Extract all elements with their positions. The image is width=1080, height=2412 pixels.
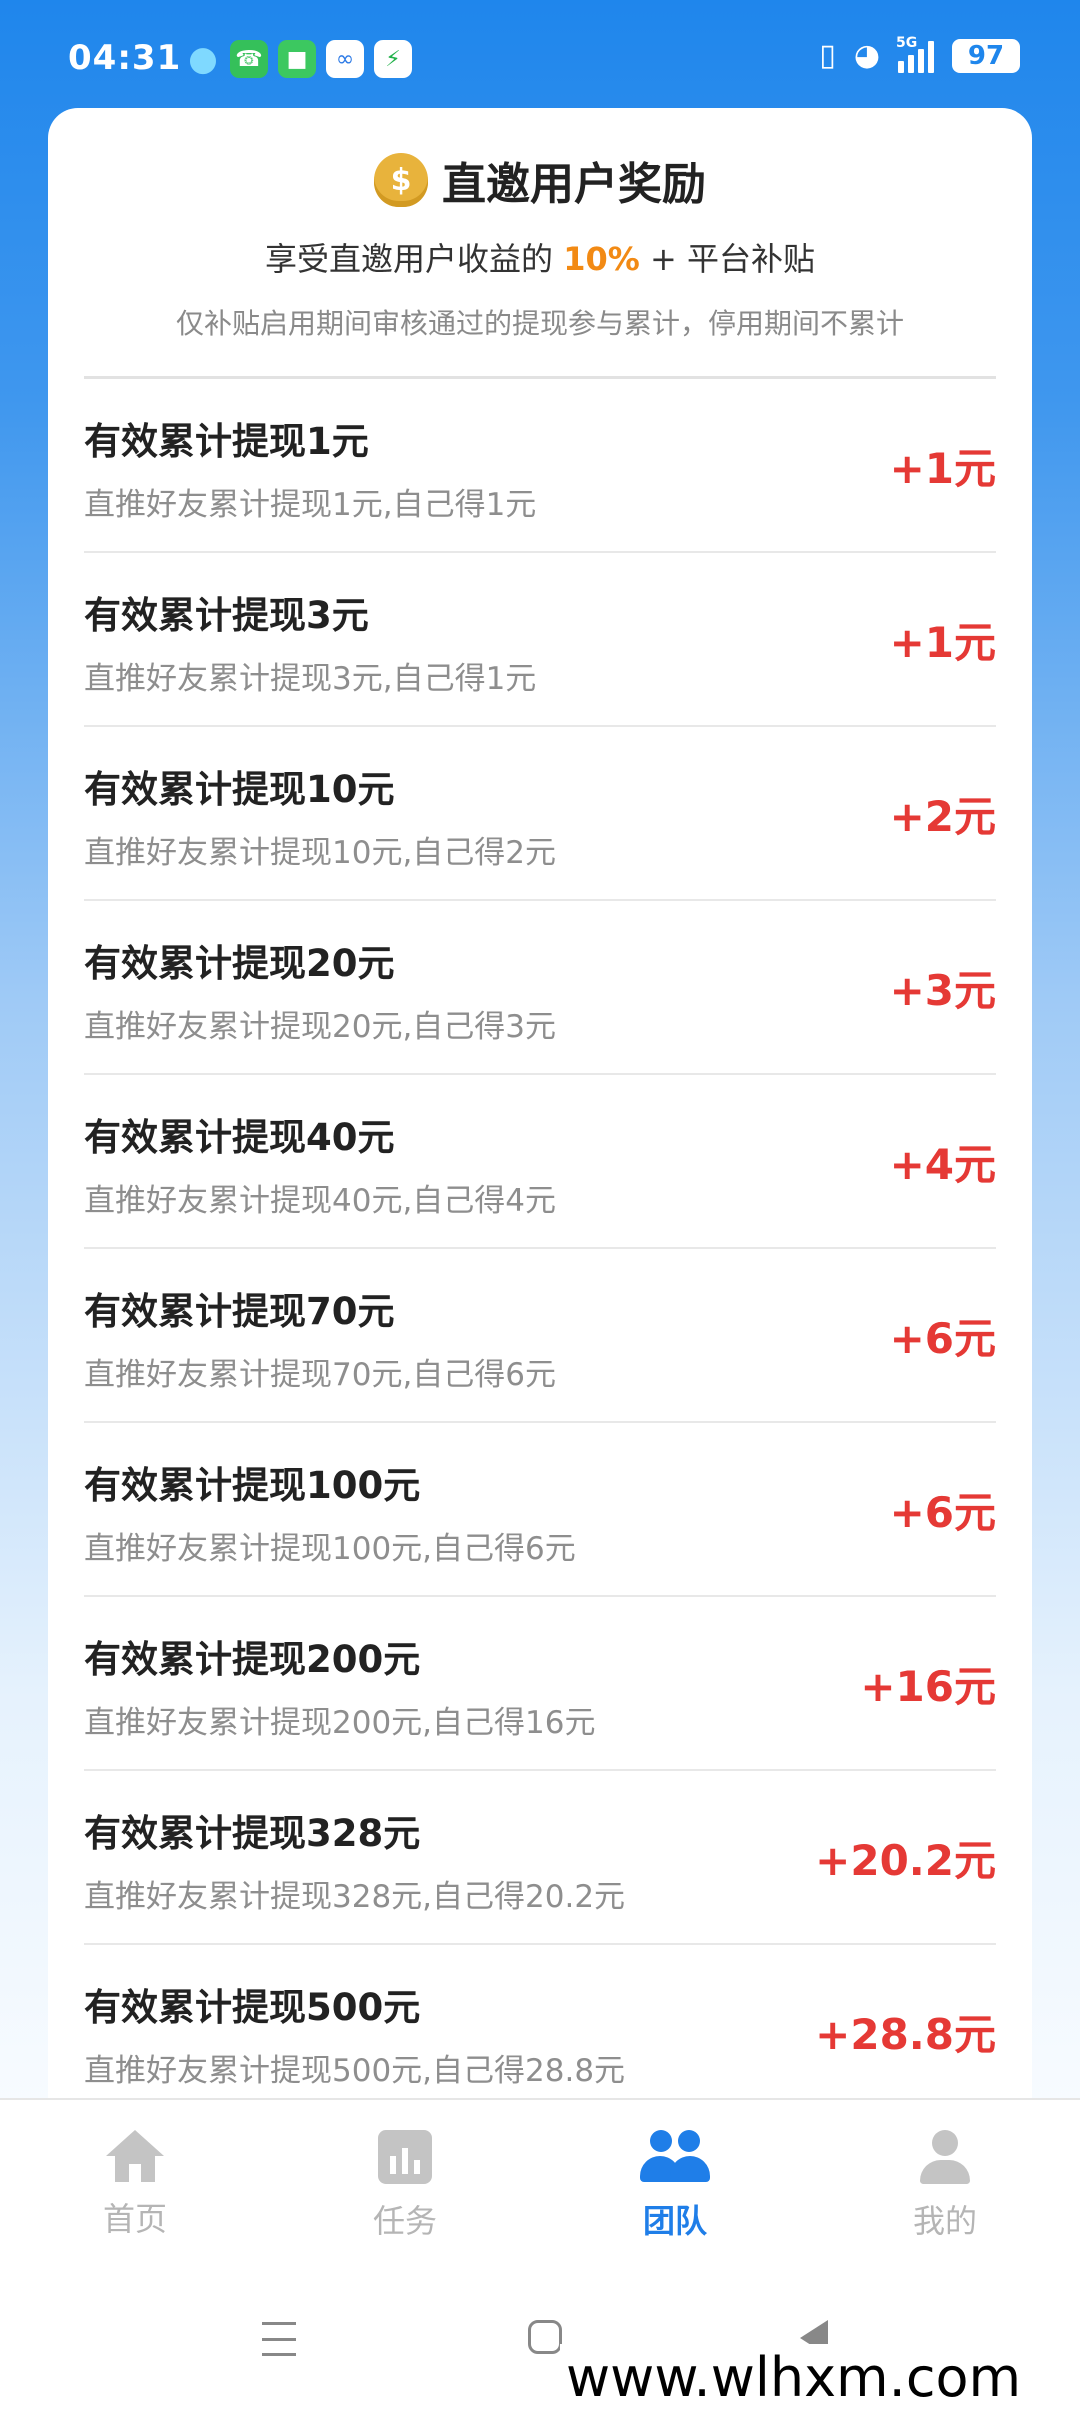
reward-title: 有效累计提现100元 xyxy=(84,1463,421,1507)
reward-list: 有效累计提现1元 直推好友累计提现1元,自己得1元 +1元 有效累计提现3元 直… xyxy=(48,379,1032,2098)
vibrate-icon: ▯ xyxy=(819,38,836,73)
status-time: 04:31 xyxy=(68,38,182,78)
reward-amount: +3元 xyxy=(889,965,996,1015)
subsidy-note: 仅补贴启用期间审核通过的提现参与累计，停用期间不累计 xyxy=(175,307,904,340)
reward-amount: +4元 xyxy=(889,1139,996,1189)
reward-amount: +1元 xyxy=(889,443,996,493)
reward-title: 有效累计提现200元 xyxy=(84,1637,421,1681)
reward-amount: +6元 xyxy=(889,1313,996,1363)
system-icons: ▯ ◕ 5G 97 xyxy=(819,35,1020,73)
reward-desc: 直推好友累计提现1元,自己得1元 xyxy=(84,486,537,523)
signal-icon: 5G xyxy=(896,35,934,73)
reward-row: 有效累计提现20元 直推好友累计提现20元,自己得3元 +3元 xyxy=(84,901,996,1075)
wifi-icon: ◕ xyxy=(853,38,880,73)
tab-label: 任务 xyxy=(372,2202,437,2240)
home-button-icon[interactable] xyxy=(528,2320,562,2354)
reward-desc: 直推好友累计提现3元,自己得1元 xyxy=(84,660,537,697)
shield-icon: ⚡ xyxy=(374,40,412,78)
reward-desc: 直推好友累计提现200元,自己得16元 xyxy=(84,1704,596,1741)
reward-desc: 直推好友累计提现70元,自己得6元 xyxy=(84,1356,557,1393)
menu-icon[interactable] xyxy=(262,2322,296,2356)
reward-amount: +6元 xyxy=(889,1487,996,1537)
reward-row: 有效累计提现10元 直推好友累计提现10元,自己得2元 +2元 xyxy=(84,727,996,901)
phone-icon: ☎ xyxy=(230,40,268,78)
reward-amount: +1元 xyxy=(889,617,996,667)
bottom-tab-bar: 首页 任务 团队 我的 xyxy=(0,2098,1080,2282)
tab-label: 我的 xyxy=(912,2202,977,2240)
reward-row: 有效累计提现3元 直推好友累计提现3元,自己得1元 +1元 xyxy=(84,553,996,727)
network-type: 5G xyxy=(896,34,918,51)
cloud-icon: ∞ xyxy=(326,40,364,78)
reward-row: 有效累计提现328元 直推好友累计提现328元,自己得20.2元 +20.2元 xyxy=(84,1771,996,1945)
reward-row: 有效累计提现70元 直推好友累计提现70元,自己得6元 +6元 xyxy=(84,1249,996,1423)
reward-desc: 直推好友累计提现10元,自己得2元 xyxy=(84,834,557,871)
reward-desc: 直推好友累计提现40元,自己得4元 xyxy=(84,1182,557,1219)
user-icon xyxy=(918,2130,972,2184)
reward-row: 有效累计提现1元 直推好友累计提现1元,自己得1元 +1元 xyxy=(84,379,996,553)
title-row: $ 直邀用户奖励 xyxy=(48,148,1032,212)
subtitle-suffix: + 平台补贴 xyxy=(649,240,815,278)
tab-label: 首页 xyxy=(102,2200,167,2238)
reward-card: $ 直邀用户奖励 享受直邀用户收益的 10% + 平台补贴 仅补贴启用期间审核通… xyxy=(48,108,1032,2098)
reward-desc: 直推好友累计提现100元,自己得6元 xyxy=(84,1530,576,1567)
battery-indicator: 97 xyxy=(952,38,1020,73)
reward-desc: 直推好友累计提现328元,自己得20.2元 xyxy=(84,1878,626,1915)
reward-title: 有效累计提现20元 xyxy=(84,941,395,985)
status-bar: 04:31 ● ☎ ■ ∞ ⚡ ▯ ◕ 5G 97 xyxy=(0,0,1080,108)
subtitle-prefix: 享受直邀用户收益的 xyxy=(265,240,554,278)
team-icon xyxy=(640,2130,710,2184)
reward-title: 有效累计提现70元 xyxy=(84,1289,395,1333)
subtitle: 享受直邀用户收益的 10% + 平台补贴 xyxy=(48,234,1032,280)
reward-title: 有效累计提现500元 xyxy=(84,1985,421,2029)
notification-icons: ● ☎ ■ ∞ ⚡ xyxy=(186,39,412,79)
reward-title: 有效累计提现1元 xyxy=(84,419,369,463)
page-title: 直邀用户奖励 xyxy=(442,159,706,210)
reward-amount: +16元 xyxy=(860,1661,996,1711)
reward-title: 有效累计提现3元 xyxy=(84,593,369,637)
qq-icon: ● xyxy=(188,39,218,79)
card-header: $ 直邀用户奖励 享受直邀用户收益的 10% + 平台补贴 仅补贴启用期间审核通… xyxy=(48,108,1032,379)
task-icon xyxy=(378,2130,432,2184)
reward-title: 有效累计提现328元 xyxy=(84,1811,421,1855)
reward-desc: 直推好友累计提现20元,自己得3元 xyxy=(84,1008,557,1045)
reward-amount: +28.8元 xyxy=(815,2009,996,2059)
reward-title: 有效累计提现40元 xyxy=(84,1115,395,1159)
tab-tasks[interactable]: 任务 xyxy=(270,2100,540,2282)
reward-amount: +2元 xyxy=(889,791,996,841)
watermark: www.wlhxm.com xyxy=(560,2344,1028,2412)
home-icon xyxy=(106,2130,164,2182)
money-bag-icon: $ xyxy=(374,153,428,207)
subtitle-percent: 10% xyxy=(563,240,640,278)
reward-amount: +20.2元 xyxy=(815,1835,996,1885)
reward-desc: 直推好友累计提现500元,自己得28.8元 xyxy=(84,2052,626,2089)
message-icon: ■ xyxy=(278,40,316,78)
tab-me[interactable]: 我的 xyxy=(810,2100,1080,2282)
reward-row: 有效累计提现200元 直推好友累计提现200元,自己得16元 +16元 xyxy=(84,1597,996,1771)
reward-row: 有效累计提现500元 直推好友累计提现500元,自己得28.8元 +28.8元 xyxy=(84,1945,996,2098)
reward-row: 有效累计提现100元 直推好友累计提现100元,自己得6元 +6元 xyxy=(84,1423,996,1597)
reward-row: 有效累计提现40元 直推好友累计提现40元,自己得4元 +4元 xyxy=(84,1075,996,1249)
tab-home[interactable]: 首页 xyxy=(0,2100,270,2282)
tab-team[interactable]: 团队 xyxy=(540,2100,810,2282)
reward-title: 有效累计提现10元 xyxy=(84,767,395,811)
tab-label: 团队 xyxy=(642,2202,707,2240)
